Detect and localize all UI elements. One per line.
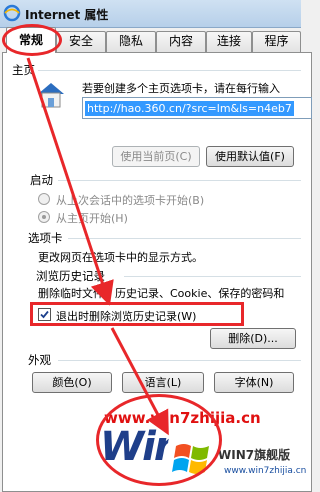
divider xyxy=(58,360,301,361)
use-default-button[interactable]: 使用默认值(F) xyxy=(206,146,294,167)
colors-button[interactable]: 颜色(O) xyxy=(32,372,112,393)
divider xyxy=(58,180,301,181)
appearance-section-title: 外观 xyxy=(28,353,51,367)
home-instruction: 若要创建多个主页选项卡，请在每行输入 xyxy=(82,82,280,95)
badge-subtitle: www.win7zhijia.cn xyxy=(224,466,307,476)
annotation-circle-tab xyxy=(2,24,62,56)
startup-section-title: 启动 xyxy=(30,173,53,187)
divider xyxy=(68,238,301,239)
divider xyxy=(38,70,301,71)
annotation-rect-checkbox xyxy=(30,302,244,326)
tab-programs[interactable]: 程序 xyxy=(252,31,301,52)
tabs-section-title: 选项卡 xyxy=(28,231,63,245)
tab-security[interactable]: 安全 xyxy=(56,31,106,52)
window-title: Internet 属性 xyxy=(25,8,109,22)
radio-home-page[interactable] xyxy=(38,211,50,223)
languages-button[interactable]: 语言(L) xyxy=(122,372,204,393)
radio-last-session[interactable] xyxy=(38,193,50,205)
use-current-button[interactable]: 使用当前页(C) xyxy=(112,146,200,167)
home-page-url-text: http://hao.360.cn/?src=lm&ls=n4eb7 xyxy=(85,101,294,116)
badge-title: WIN7旗舰版 xyxy=(218,448,291,462)
ie-icon xyxy=(3,4,21,22)
tabs-description: 更改网页在选项卡中的显示方式。 xyxy=(38,251,203,264)
tab-privacy[interactable]: 隐私 xyxy=(106,31,156,52)
fonts-button[interactable]: 字体(N) xyxy=(214,372,294,393)
home-page-url-input[interactable]: http://hao.360.cn/?src=lm&ls=n4eb7 xyxy=(82,97,312,119)
history-section-title: 浏览历史记录 xyxy=(36,269,105,283)
tab-content[interactable]: 内容 xyxy=(156,31,206,52)
home-section-title: 主页 xyxy=(12,63,35,77)
radio-last-session-label: 从上次会话中的选项卡开始(B) xyxy=(56,194,205,207)
history-description: 删除临时文件、历史记录、Cookie、保存的密码和 xyxy=(38,287,285,300)
title-bar: Internet 属性 xyxy=(0,0,301,28)
annotation-circle-bottom xyxy=(96,394,222,486)
tab-connections[interactable]: 连接 xyxy=(206,31,252,52)
divider xyxy=(124,276,301,277)
radio-home-page-label: 从主页开始(H) xyxy=(56,212,128,225)
delete-history-button[interactable]: 删除(D)... xyxy=(210,328,296,349)
home-icon xyxy=(38,83,64,108)
